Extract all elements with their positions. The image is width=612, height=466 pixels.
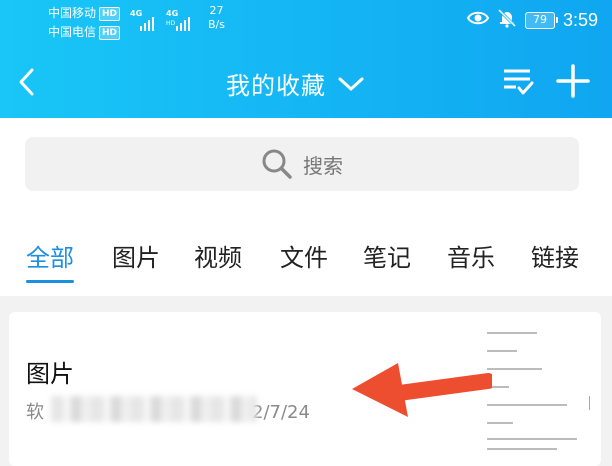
network-2-sub: HD xyxy=(166,20,176,27)
list-check-icon xyxy=(504,69,534,95)
carrier-2-label: 中国电信 xyxy=(48,25,97,39)
chevron-down-icon xyxy=(338,77,364,90)
eye-icon xyxy=(466,10,490,30)
item-date-suffix: 2/7/24 xyxy=(252,402,310,423)
network-speed: 27 B/s xyxy=(208,4,225,32)
page-title: 我的收藏 xyxy=(226,72,326,100)
battery-icon: 79 xyxy=(524,11,558,29)
signal-icon-2: 4G HD xyxy=(166,7,194,31)
search-area: 搜索 xyxy=(0,118,612,198)
signal-icon: 4G xyxy=(130,7,158,31)
chevron-left-icon xyxy=(19,68,34,96)
search-icon xyxy=(262,149,292,179)
tab-notes[interactable]: 笔记 xyxy=(363,238,411,273)
back-button[interactable] xyxy=(14,64,42,100)
clock: 3:59 xyxy=(562,9,598,30)
multi-select-button[interactable] xyxy=(502,64,534,102)
item-title: 图片 xyxy=(26,360,74,388)
speed-unit: B/s xyxy=(208,18,225,31)
search-input[interactable]: 搜索 xyxy=(25,137,579,191)
tab-files[interactable]: 文件 xyxy=(280,238,328,273)
mute-bell-icon xyxy=(497,8,517,32)
tab-videos[interactable]: 视频 xyxy=(194,238,242,273)
status-right: 79 3:59 xyxy=(466,8,598,32)
favorite-item-card[interactable]: 图片 软 2/7/24 xyxy=(9,312,601,466)
header: 中国移动 HD 中国电信 HD 4G 4G HD 27 B/s 79 3:59 xyxy=(0,0,612,118)
title-dropdown[interactable]: 我的收藏 xyxy=(226,66,364,101)
speed-value: 27 xyxy=(209,4,224,17)
nav-bar: 我的收藏 xyxy=(0,58,612,108)
plus-icon xyxy=(556,64,590,98)
category-tabs: 全部 图片 视频 文件 笔记 音乐 链接 xyxy=(0,198,612,296)
tab-images[interactable]: 图片 xyxy=(112,238,160,273)
carrier-1-label: 中国移动 xyxy=(48,6,97,20)
item-source-prefix: 软 xyxy=(26,402,44,423)
redacted-blur xyxy=(51,396,257,422)
search-placeholder: 搜索 xyxy=(303,153,343,178)
add-button[interactable] xyxy=(556,64,590,102)
item-thumbnail xyxy=(481,320,601,460)
nav-actions xyxy=(502,64,590,102)
tab-all[interactable]: 全部 xyxy=(26,238,74,283)
signal-indicators: 4G 4G HD xyxy=(130,7,194,31)
carrier-info: 中国移动 HD 中国电信 HD xyxy=(48,4,121,42)
tab-music[interactable]: 音乐 xyxy=(447,238,495,273)
tab-links[interactable]: 链接 xyxy=(531,238,579,273)
hd-badge: HD xyxy=(99,6,121,21)
annotation-arrow xyxy=(352,363,492,417)
hd-badge-2: HD xyxy=(99,25,121,40)
